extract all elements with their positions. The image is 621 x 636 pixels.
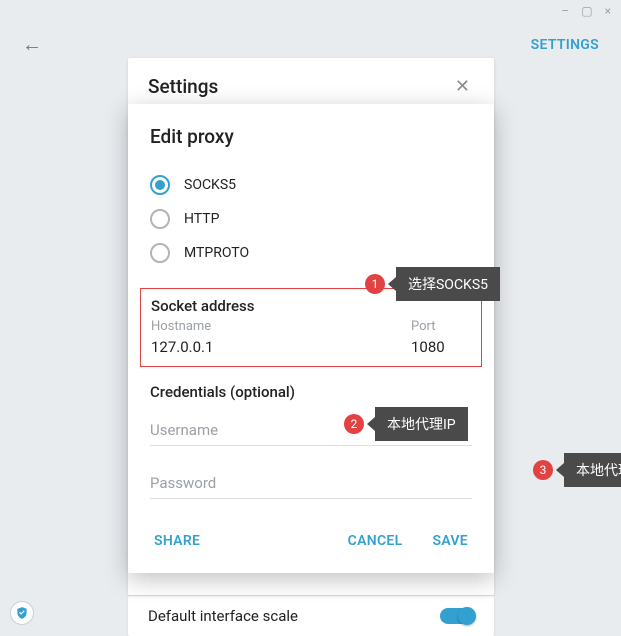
credentials-title: Credentials (optional) [150, 383, 472, 401]
radio-icon [150, 243, 170, 263]
callout-badge: 1 [365, 274, 385, 294]
port-field: Port [411, 319, 471, 356]
password-input[interactable] [150, 468, 472, 499]
save-button[interactable]: SAVE [428, 527, 472, 555]
share-button[interactable]: SHARE [150, 527, 204, 555]
interface-scale-toggle[interactable] [440, 608, 474, 624]
close-icon[interactable]: × [605, 4, 611, 18]
proxy-type-group: SOCKS5 HTTP MTPROTO [150, 168, 472, 270]
callout-2: 2 本地代理IP [344, 407, 468, 441]
radio-label: MTPROTO [184, 245, 249, 261]
settings-link[interactable]: SETTINGS [531, 37, 599, 53]
radio-socks5[interactable]: SOCKS5 [150, 168, 472, 202]
callout-arrow-icon [556, 463, 564, 477]
callout-text: 本地代理默认端口 [564, 453, 621, 487]
cancel-button[interactable]: CANCEL [344, 527, 407, 555]
maximize-icon[interactable]: ▢ [581, 4, 592, 18]
interface-scale-label: Default interface scale [148, 607, 298, 625]
radio-label: HTTP [184, 211, 219, 227]
hostname-input[interactable] [151, 338, 391, 356]
callout-badge: 2 [344, 414, 364, 434]
radio-mtproto[interactable]: MTPROTO [150, 236, 472, 270]
callout-1: 1 选择SOCKS5 [365, 267, 500, 301]
shield-check-icon [15, 606, 29, 620]
callout-text: 选择SOCKS5 [396, 267, 500, 301]
radio-label: SOCKS5 [184, 177, 236, 193]
hostname-field: Hostname [151, 319, 391, 356]
modal-buttons: SHARE CANCEL SAVE [150, 527, 472, 555]
minimize-icon[interactable]: – [561, 4, 569, 18]
port-input[interactable] [411, 338, 471, 356]
callout-arrow-icon [388, 277, 396, 291]
callout-badge: 3 [533, 460, 553, 480]
callout-text: 本地代理IP [375, 407, 468, 441]
settings-title: Settings [148, 75, 218, 98]
hostname-label: Hostname [151, 319, 391, 334]
callout-3: 3 本地代理默认端口 [533, 453, 621, 487]
port-label: Port [411, 319, 471, 334]
shield-badge[interactable] [10, 601, 34, 625]
window-controls: – ▢ × [0, 0, 621, 22]
close-icon[interactable]: ✕ [451, 72, 474, 101]
radio-http[interactable]: HTTP [150, 202, 472, 236]
radio-icon [150, 209, 170, 229]
back-arrow-icon[interactable]: ← [22, 32, 42, 57]
interface-scale-row: Default interface scale [128, 596, 494, 636]
callout-arrow-icon [367, 417, 375, 431]
radio-icon [150, 175, 170, 195]
edit-proxy-modal: Edit proxy SOCKS5 HTTP MTPROTO Socket ad… [128, 104, 494, 573]
modal-title: Edit proxy [150, 125, 472, 148]
